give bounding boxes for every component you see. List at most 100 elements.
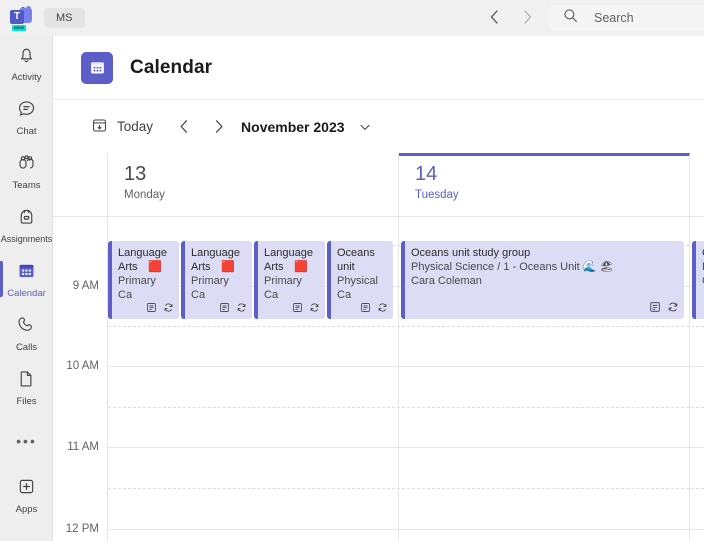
sidebar-item-teams[interactable]: Teams <box>0 144 53 198</box>
event-subtitle-text: Physical Science / 1 - Oceans Unit <box>411 261 580 273</box>
recurring-icon[interactable] <box>667 301 679 317</box>
today-calendar-icon <box>91 117 108 137</box>
time-label: 9 AM <box>72 280 99 292</box>
sidebar-item-calls[interactable]: Calls <box>0 306 53 360</box>
previous-period-button[interactable] <box>171 114 197 140</box>
day-header-wednesday[interactable]: 15 Wednesday <box>690 153 704 217</box>
event-organizer: Ca <box>337 289 352 301</box>
event-icons <box>292 302 320 317</box>
time-label: 12 PM <box>65 523 99 535</box>
period-picker-button[interactable] <box>357 119 373 135</box>
event-subtitle: Primary <box>191 275 229 287</box>
calendar-event[interactable]: Language Arts 🟥 Primary Ca <box>108 241 179 319</box>
event-title: Language Arts <box>118 247 167 273</box>
notes-icon[interactable] <box>219 302 230 317</box>
new-badge: NEW <box>12 25 27 31</box>
event-title: Oceans unit <box>337 247 375 273</box>
day-number: 13 <box>124 163 147 185</box>
event-subtitle: Primary <box>118 275 156 287</box>
event-organizer: Ca <box>264 289 279 301</box>
event-subtitle: Physical <box>337 275 378 287</box>
day-name: Tuesday <box>415 189 459 201</box>
event-organizer: Ca <box>118 289 133 301</box>
day-name: Monday <box>124 189 165 201</box>
back-button[interactable] <box>484 6 506 28</box>
event-icons <box>219 302 247 317</box>
event-title-emoji: 🟥 <box>294 261 308 273</box>
sidebar-item-files[interactable]: Files <box>0 360 53 414</box>
recurring-icon[interactable] <box>309 302 320 317</box>
calendar-event[interactable]: Language Arts 🟥 Primary Ca <box>181 241 252 319</box>
backpack-icon <box>16 206 37 232</box>
time-label: 11 AM <box>67 441 99 453</box>
event-subtitle: Physical Science / 1 - Oceans Unit 🌊 🏖 <box>411 260 678 274</box>
page-header: Calendar <box>53 36 704 100</box>
calendar-icon <box>16 260 37 286</box>
calendar-event[interactable]: Oceans unit Physical Ca <box>327 241 393 319</box>
sidebar-item-calendar[interactable]: Calendar <box>0 252 53 306</box>
sidebar-item-chat[interactable]: Chat <box>0 90 53 144</box>
today-button-label: Today <box>117 119 154 134</box>
event-icons <box>360 302 388 317</box>
sidebar-item-assignments[interactable]: Assignments <box>0 198 53 252</box>
notes-icon[interactable] <box>649 301 661 317</box>
sidebar-item-more[interactable]: ••• <box>0 414 53 468</box>
calendar-body[interactable]: 9 AM 10 AM 11 AM 12 PM Language Arts 🟥 P… <box>53 217 704 541</box>
event-title: Language Arts <box>191 247 240 273</box>
sidebar-item-label: Teams <box>12 179 41 191</box>
title-bar: T NEW MS Search <box>0 0 704 36</box>
event-icons <box>649 301 679 317</box>
titlebar-navigation <box>484 6 538 28</box>
time-gutter: 9 AM 10 AM 11 AM 12 PM <box>53 217 108 541</box>
sidebar-item-activity[interactable]: Activity <box>0 36 53 90</box>
calendar-toolbar: Today November 2023 <box>53 100 704 153</box>
next-period-button[interactable] <box>205 114 231 140</box>
search-bar[interactable]: Search <box>549 5 704 31</box>
calendar-event[interactable]: O P C <box>692 241 704 319</box>
search-icon <box>563 8 578 28</box>
sidebar-item-label: Files <box>16 395 37 407</box>
today-button[interactable]: Today <box>91 117 153 137</box>
phone-icon <box>16 314 37 340</box>
page-title: Calendar <box>130 56 213 78</box>
day-number: 14 <box>415 163 438 185</box>
sidebar-item-label: Calls <box>15 341 38 353</box>
event-icons <box>146 302 174 317</box>
teams-logo-icon: T NEW <box>10 6 32 31</box>
teams-icon <box>16 152 37 178</box>
calendar-grid: 13 Monday 14 Tuesday 15 Wednesday 9 AM 1… <box>53 153 704 541</box>
chat-icon <box>16 98 37 124</box>
event-subtitle: Primary <box>264 275 302 287</box>
notes-icon[interactable] <box>292 302 303 317</box>
bell-icon <box>16 44 37 70</box>
forward-button[interactable] <box>516 6 538 28</box>
event-title: Language Arts <box>264 247 313 273</box>
time-label: 10 AM <box>66 360 99 372</box>
day-header-row: 13 Monday 14 Tuesday 15 Wednesday <box>53 153 704 217</box>
event-title-emoji: 🟥 <box>221 261 235 273</box>
recurring-icon[interactable] <box>377 302 388 317</box>
account-chip[interactable]: MS <box>44 8 85 28</box>
current-period-label: November 2023 <box>241 118 345 135</box>
event-title-emoji: 🟥 <box>148 261 162 273</box>
search-input[interactable]: Search <box>594 11 634 25</box>
calendar-event[interactable]: Language Arts 🟥 Primary Ca <box>254 241 325 319</box>
sidebar-item-label: Chat <box>16 125 37 137</box>
sidebar-item-apps[interactable]: Apps <box>0 468 53 522</box>
calendar-icon <box>81 51 113 84</box>
recurring-icon[interactable] <box>163 302 174 317</box>
event-organizer: Ca <box>191 289 206 301</box>
day-header-monday[interactable]: 13 Monday <box>108 153 399 217</box>
notes-icon[interactable] <box>146 302 157 317</box>
time-gutter-header <box>53 153 108 217</box>
day-header-tuesday[interactable]: 14 Tuesday <box>399 153 690 217</box>
calendar-event[interactable]: Oceans unit study group Physical Science… <box>401 241 684 319</box>
notes-icon[interactable] <box>360 302 371 317</box>
app-rail: Activity Chat Teams Assignments Calendar… <box>0 36 53 541</box>
sidebar-item-label: Calendar <box>7 287 46 299</box>
sidebar-item-label: Apps <box>15 503 38 515</box>
more-options-icon: ••• <box>16 433 37 449</box>
recurring-icon[interactable] <box>236 302 247 317</box>
teams-logo-letter: T <box>10 10 24 24</box>
sidebar-item-label: Activity <box>11 71 42 83</box>
